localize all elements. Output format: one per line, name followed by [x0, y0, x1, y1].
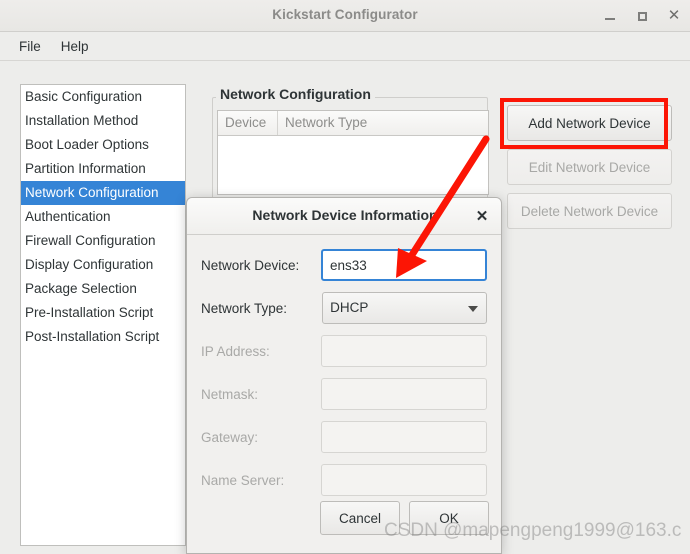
- device-action-buttons: Add Network Device Edit Network Device D…: [507, 105, 672, 237]
- form-row-ip-address: IP Address:: [201, 335, 487, 367]
- sidebar-item-installation-method[interactable]: Installation Method: [21, 109, 185, 133]
- form-row-netmask: Netmask:: [201, 378, 487, 410]
- netmask-label: Netmask:: [201, 386, 259, 402]
- sidebar-item-firewall-configuration[interactable]: Firewall Configuration: [21, 229, 185, 253]
- sidebar-item-partition-information[interactable]: Partition Information: [21, 157, 185, 181]
- close-glyph: ✕: [667, 7, 681, 24]
- application-window: Kickstart Configurator ✕ File Help Basic…: [0, 0, 690, 554]
- ip-address-input: [321, 335, 487, 367]
- menubar: File Help: [0, 32, 690, 61]
- sidebar-item-network-configuration[interactable]: Network Configuration: [21, 181, 185, 205]
- table-header-row: Device Network Type: [218, 111, 488, 136]
- dialog-button-bar: Cancel OK: [187, 501, 501, 553]
- table-body[interactable]: [218, 136, 488, 194]
- column-header-network-type[interactable]: Network Type: [278, 111, 488, 135]
- ok-button[interactable]: OK: [409, 501, 489, 535]
- edit-network-device-button: Edit Network Device: [507, 149, 672, 185]
- dialog-body: Network Device: Network Type: DHCP IP Ad…: [187, 235, 501, 496]
- form-row-network-type: Network Type: DHCP: [201, 292, 487, 324]
- sidebar-item-package-selection[interactable]: Package Selection: [21, 277, 185, 301]
- network-type-label: Network Type:: [201, 300, 288, 316]
- window-titlebar: Kickstart Configurator ✕: [0, 0, 690, 32]
- sidebar-item-pre-installation-script[interactable]: Pre-Installation Script: [21, 301, 185, 325]
- netmask-input: [321, 378, 487, 410]
- group-title: Network Configuration: [216, 86, 375, 102]
- form-row-name-server: Name Server:: [201, 464, 487, 496]
- network-device-information-dialog: Network Device Information ✕ Network Dev…: [186, 197, 502, 554]
- sidebar-list[interactable]: Basic Configuration Installation Method …: [20, 84, 186, 546]
- sidebar-item-display-configuration[interactable]: Display Configuration: [21, 253, 185, 277]
- window-controls: ✕: [602, 0, 682, 32]
- ip-address-label: IP Address:: [201, 343, 270, 359]
- menu-item-file[interactable]: File: [9, 36, 51, 57]
- network-device-label: Network Device:: [201, 257, 300, 273]
- name-server-label: Name Server:: [201, 472, 285, 488]
- network-device-input[interactable]: [321, 249, 487, 281]
- network-type-select[interactable]: DHCP: [322, 292, 487, 324]
- sidebar-item-boot-loader-options[interactable]: Boot Loader Options: [21, 133, 185, 157]
- close-icon[interactable]: ✕: [666, 8, 682, 24]
- gateway-input: [321, 421, 487, 453]
- menu-item-help[interactable]: Help: [51, 36, 99, 57]
- sidebar-item-basic-configuration[interactable]: Basic Configuration: [21, 85, 185, 109]
- network-type-value: DHCP: [330, 300, 369, 315]
- dialog-titlebar: Network Device Information ✕: [187, 198, 501, 235]
- maximize-icon[interactable]: [634, 8, 650, 24]
- delete-network-device-button: Delete Network Device: [507, 193, 672, 229]
- network-device-table[interactable]: Device Network Type: [217, 110, 489, 195]
- gateway-label: Gateway:: [201, 429, 259, 445]
- dialog-close-icon[interactable]: ✕: [473, 207, 491, 225]
- sidebar-item-post-installation-script[interactable]: Post-Installation Script: [21, 325, 185, 349]
- minimize-icon[interactable]: [602, 8, 618, 24]
- dialog-title: Network Device Information: [252, 207, 438, 223]
- add-network-device-button[interactable]: Add Network Device: [507, 105, 672, 141]
- column-header-device[interactable]: Device: [218, 111, 278, 135]
- cancel-button[interactable]: Cancel: [320, 501, 400, 535]
- name-server-input: [321, 464, 487, 496]
- chevron-down-icon: [468, 306, 478, 312]
- window-title: Kickstart Configurator: [272, 7, 418, 22]
- form-row-gateway: Gateway:: [201, 421, 487, 453]
- sidebar-item-authentication[interactable]: Authentication: [21, 205, 185, 229]
- form-row-network-device: Network Device:: [201, 249, 487, 281]
